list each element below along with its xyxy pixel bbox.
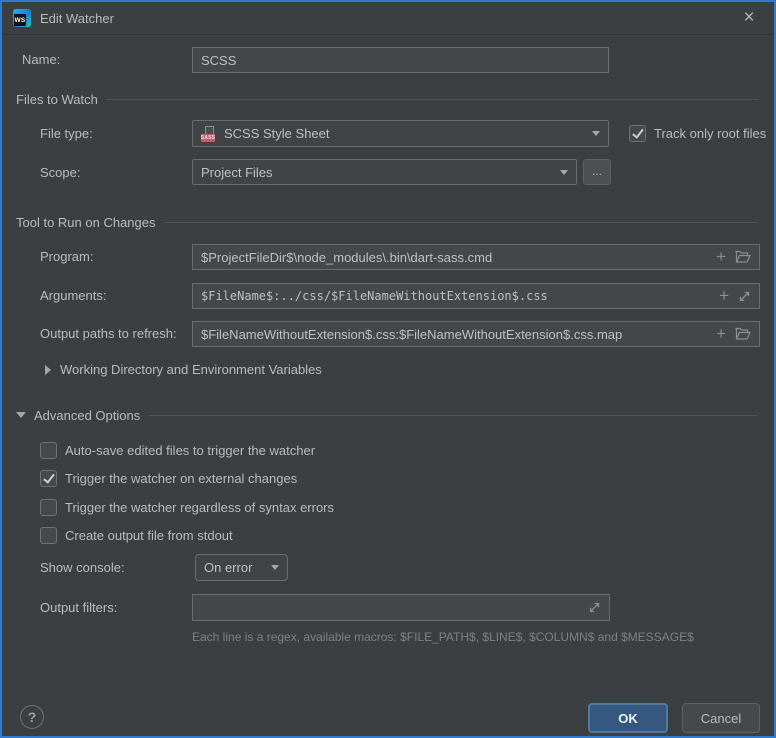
chevron-down-icon <box>592 131 600 136</box>
output-filters-label: Output filters: <box>40 600 117 616</box>
stdout-checkbox[interactable] <box>40 527 57 544</box>
expand-icon[interactable] <box>738 290 751 303</box>
working-directory-expander[interactable]: Working Directory and Environment Variab… <box>45 362 322 377</box>
dialog-title: Edit Watcher <box>40 11 114 26</box>
chevron-down-icon <box>16 412 26 418</box>
program-label: Program: <box>40 249 93 265</box>
browse-folder-icon[interactable] <box>735 327 751 341</box>
name-value: SCSS <box>201 53 600 68</box>
title-bar: WS Edit Watcher <box>2 2 774 35</box>
section-divider <box>164 222 758 223</box>
help-button[interactable]: ? <box>20 705 44 729</box>
browse-folder-icon[interactable] <box>735 250 751 264</box>
arguments-label: Arguments: <box>40 288 106 304</box>
program-value: $ProjectFileDir$\node_modules\.bin\dart-… <box>201 250 708 265</box>
chevron-down-icon <box>271 565 279 570</box>
checkbox-row: Create output file from stdout <box>40 527 233 544</box>
advanced-options-label: Advanced Options <box>34 408 140 423</box>
auto-save-checkbox[interactable] <box>40 442 57 459</box>
scope-label: Scope: <box>40 165 80 181</box>
insert-macro-icon[interactable]: + <box>716 327 726 341</box>
expand-icon[interactable] <box>588 601 601 614</box>
section-files-to-watch: Files to Watch <box>16 91 758 107</box>
section-tool-to-run: Tool to Run on Changes <box>16 214 758 230</box>
working-directory-label: Working Directory and Environment Variab… <box>60 362 322 377</box>
syntax-errors-checkbox[interactable] <box>40 499 57 516</box>
chevron-right-icon <box>45 365 51 375</box>
file-type-label: File type: <box>40 126 93 142</box>
output-paths-input[interactable]: $FileNameWithoutExtension$.css:$FileName… <box>192 321 760 347</box>
show-console-label: Show console: <box>40 560 125 576</box>
output-paths-label: Output paths to refresh: <box>40 326 177 342</box>
chevron-down-icon <box>560 170 568 175</box>
external-changes-checkbox[interactable] <box>40 470 57 487</box>
track-only-root-label: Track only root files <box>654 126 766 141</box>
file-type-value: SCSS Style Sheet <box>224 126 586 141</box>
insert-macro-icon[interactable]: + <box>716 250 726 264</box>
scope-combobox[interactable]: Project Files <box>192 159 577 185</box>
output-filters-hint: Each line is a regex, available macros: … <box>192 630 694 644</box>
scope-value: Project Files <box>201 165 554 180</box>
ok-button[interactable]: OK <box>588 703 668 733</box>
cancel-button[interactable]: Cancel <box>682 703 760 733</box>
output-paths-value: $FileNameWithoutExtension$.css:$FileName… <box>201 327 708 342</box>
close-icon[interactable]: × <box>738 7 760 29</box>
track-only-root-checkbox[interactable] <box>629 125 646 142</box>
arguments-value: $FileName$:../css/$FileNameWithoutExtens… <box>201 289 711 303</box>
program-input[interactable]: $ProjectFileDir$\node_modules\.bin\dart-… <box>192 244 760 270</box>
scss-file-icon: SASS <box>201 126 217 142</box>
output-filters-input[interactable] <box>192 594 610 621</box>
name-input[interactable]: SCSS <box>192 47 609 73</box>
checkbox-row: Trigger the watcher regardless of syntax… <box>40 499 334 516</box>
section-divider <box>149 415 758 416</box>
arguments-input[interactable]: $FileName$:../css/$FileNameWithoutExtens… <box>192 283 760 309</box>
checkbox-row: Auto-save edited files to trigger the wa… <box>40 442 315 459</box>
scope-browse-button[interactable]: ... <box>583 159 611 185</box>
edit-watcher-dialog: WS Edit Watcher × Name: SCSS Files to Wa… <box>0 0 776 738</box>
track-only-root-row: Track only root files <box>629 125 766 142</box>
webstorm-icon: WS <box>13 9 31 27</box>
name-label: Name: <box>22 52 60 68</box>
section-advanced-options[interactable]: Advanced Options <box>16 407 758 423</box>
show-console-value: On error <box>204 560 265 575</box>
show-console-combobox[interactable]: On error <box>195 554 288 581</box>
insert-macro-icon[interactable]: + <box>719 289 729 303</box>
checkbox-row: Trigger the watcher on external changes <box>40 470 297 487</box>
section-divider <box>107 99 758 100</box>
file-type-combobox[interactable]: SASS SCSS Style Sheet <box>192 120 609 147</box>
